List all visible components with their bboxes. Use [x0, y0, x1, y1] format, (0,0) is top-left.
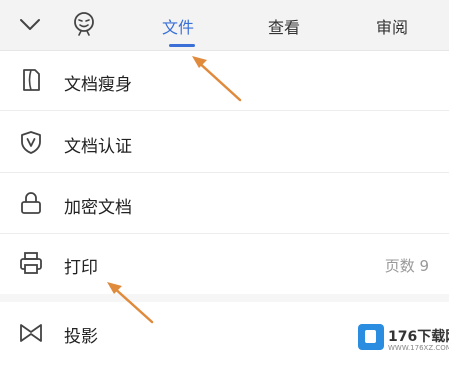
menu-item-label: 文档认证	[64, 137, 132, 157]
tab-review[interactable]: 审阅	[376, 14, 408, 38]
watermark-subtext: WWW.176XZ.COM	[388, 344, 449, 352]
site-logo-icon	[358, 324, 384, 350]
tab-file[interactable]: 文件	[162, 14, 194, 38]
site-watermark: 176下载网 WWW.176XZ.COM	[358, 322, 449, 362]
active-tab-indicator	[169, 44, 195, 47]
printer-icon	[20, 252, 42, 274]
section-gap	[0, 294, 449, 302]
menu-item-label: 文档瘦身	[64, 75, 132, 95]
page-count: 页数 9	[384, 257, 429, 275]
menu-item-encrypt-document[interactable]: 加密文档	[0, 173, 449, 235]
projection-icon	[20, 324, 42, 342]
menu-item-label: 投影	[64, 327, 98, 347]
menu-item-label: 打印	[64, 258, 98, 278]
top-toolbar: 文件 查看 审阅	[0, 0, 449, 50]
menu-item-certify-document[interactable]: 文档认证	[0, 111, 449, 173]
file-slim-icon	[23, 69, 40, 91]
chevron-down-icon[interactable]	[18, 12, 42, 36]
emoji-face-icon[interactable]	[70, 9, 98, 37]
watermark-text: 176下载网	[388, 329, 449, 345]
tab-view[interactable]: 查看	[268, 14, 300, 38]
shield-v-icon	[21, 131, 41, 154]
menu-item-label: 加密文档	[64, 198, 132, 218]
menu-item-slim-document[interactable]: 文档瘦身	[0, 51, 449, 113]
lock-icon	[21, 192, 41, 214]
menu-item-print[interactable]: 打印 页数 9	[0, 234, 449, 296]
